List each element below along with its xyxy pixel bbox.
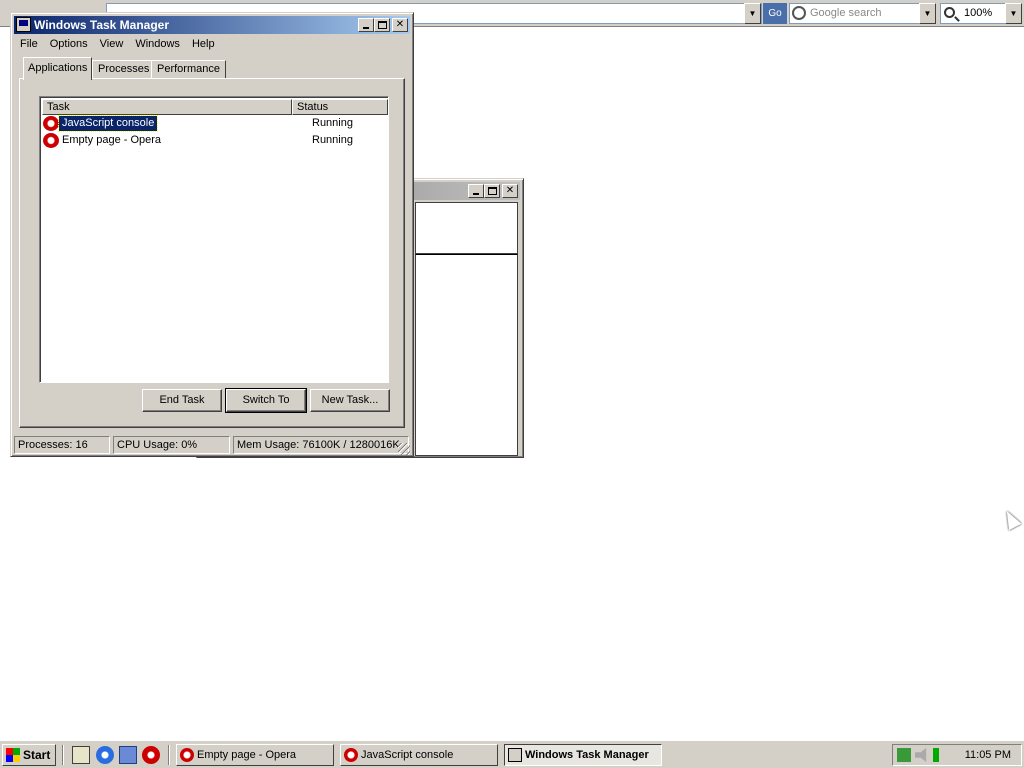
zoom-icon	[944, 7, 955, 18]
zoom-dropdown-button[interactable]: ▼	[1005, 3, 1022, 24]
minimize-icon	[363, 27, 369, 29]
volume-icon[interactable]	[915, 748, 927, 762]
applications-panel: Task Status JavaScript console Running E…	[19, 78, 405, 428]
task-manager-icon[interactable]	[16, 17, 31, 32]
tray-status-icon[interactable]	[933, 748, 939, 762]
task-list[interactable]: Task Status JavaScript console Running E…	[39, 96, 389, 383]
opera-icon	[43, 116, 59, 131]
task-list-header: Task Status	[42, 99, 388, 115]
outlook-express-icon[interactable]	[119, 746, 137, 764]
task-row[interactable]: JavaScript console Running	[42, 115, 386, 132]
menu-help[interactable]: Help	[186, 35, 221, 53]
background-window-pane-top	[415, 202, 518, 254]
column-task[interactable]: Task	[42, 99, 292, 115]
zoom-value: 100%	[964, 7, 993, 19]
maximize-button[interactable]	[374, 18, 390, 32]
switch-to-button[interactable]: Switch To	[225, 388, 307, 413]
internet-explorer-icon[interactable]	[96, 746, 114, 764]
task-manager-titlebar[interactable]: Windows Task Manager ✕	[14, 16, 410, 34]
go-button[interactable]: Go	[763, 3, 787, 24]
task-row[interactable]: Empty page - Opera Running	[42, 132, 386, 149]
task-name: Empty page - Opera	[62, 134, 162, 146]
status-bar: Processes: 16 CPU Usage: 0% Mem Usage: 7…	[14, 435, 410, 455]
menu-bar: File Options View Windows Help	[14, 35, 410, 53]
search-field[interactable]: Google search	[789, 3, 936, 24]
minimize-button[interactable]	[358, 18, 374, 32]
taskbar-button-task-manager[interactable]: Windows Task Manager	[504, 744, 662, 766]
menu-options[interactable]: Options	[44, 35, 94, 53]
taskbar-separator	[62, 745, 64, 765]
opera-icon	[180, 748, 194, 762]
search-dropdown-button[interactable]: ▼	[919, 3, 936, 24]
taskbar-separator	[168, 745, 170, 765]
maximize-icon	[378, 21, 387, 29]
task-status: Running	[312, 117, 353, 129]
column-status[interactable]: Status	[292, 99, 388, 115]
new-task-button[interactable]: New Task...	[310, 389, 390, 412]
menu-file[interactable]: File	[14, 35, 44, 53]
search-placeholder: Google search	[810, 7, 882, 19]
background-window-pane-bottom	[415, 254, 518, 456]
close-button[interactable]: ✕	[502, 184, 518, 198]
taskbar-button-javascript-console[interactable]: JavaScript console	[340, 744, 498, 766]
tab-processes[interactable]: Processes	[92, 60, 156, 79]
mouse-cursor-icon	[1000, 507, 1022, 531]
maximize-button[interactable]	[484, 184, 500, 198]
opera-launch-icon[interactable]	[142, 746, 160, 764]
start-button[interactable]: Start	[2, 744, 56, 766]
tab-performance[interactable]: Performance	[151, 60, 226, 79]
mem-usage: Mem Usage: 76100K / 1280016K	[233, 436, 409, 454]
close-button[interactable]: ✕	[392, 18, 408, 32]
task-manager-icon	[508, 748, 522, 762]
network-icon[interactable]	[897, 748, 911, 762]
start-label: Start	[23, 748, 51, 762]
tab-applications[interactable]: Applications	[23, 57, 93, 80]
opera-icon	[344, 748, 358, 762]
taskbar-button-label: JavaScript console	[361, 749, 454, 761]
address-dropdown-button[interactable]: ▼	[744, 3, 761, 24]
taskbar: Start Empty page - Opera JavaScript cons…	[0, 740, 1024, 768]
task-status: Running	[312, 134, 353, 146]
menu-view[interactable]: View	[94, 35, 130, 53]
search-engine-icon	[792, 6, 806, 20]
show-desktop-icon[interactable]	[72, 746, 90, 764]
windows-logo-icon	[6, 748, 20, 762]
minimize-icon	[473, 193, 479, 195]
taskbar-button-label: Empty page - Opera	[197, 749, 297, 761]
window-title: Windows Task Manager	[34, 18, 170, 32]
clock[interactable]: 11:05 PM	[965, 745, 1011, 765]
maximize-icon	[488, 187, 497, 195]
minimize-button[interactable]	[468, 184, 484, 198]
system-tray: 11:05 PM	[892, 744, 1022, 766]
task-manager-window: Windows Task Manager ✕ File Options View Wi…	[10, 12, 414, 457]
task-name: JavaScript console	[57, 115, 159, 132]
end-task-button[interactable]: End Task	[142, 389, 222, 412]
cpu-usage: CPU Usage: 0%	[113, 436, 230, 454]
taskbar-button-label: Windows Task Manager	[525, 749, 649, 761]
opera-icon	[43, 133, 59, 148]
taskbar-button-empty-page[interactable]: Empty page - Opera	[176, 744, 334, 766]
resize-grip[interactable]	[398, 443, 410, 455]
menu-windows[interactable]: Windows	[129, 35, 186, 53]
processes-count: Processes: 16	[14, 436, 110, 454]
